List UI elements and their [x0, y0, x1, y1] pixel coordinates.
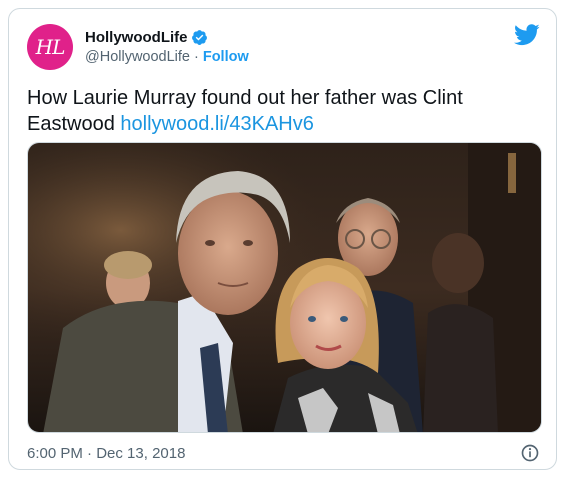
- avatar[interactable]: HL: [27, 24, 73, 70]
- handle-row: @HollywoodLife · Follow: [85, 49, 249, 65]
- handle[interactable]: @HollywoodLife: [85, 49, 190, 65]
- display-name[interactable]: HollywoodLife: [85, 29, 188, 46]
- tweet-card[interactable]: HL HollywoodLife @HollywoodLife · Follow H…: [8, 8, 557, 470]
- tweet-photo[interactable]: [27, 142, 542, 433]
- tweet-date: Dec 13, 2018: [96, 445, 186, 462]
- tweet-link[interactable]: hollywood.li/43KAHv6: [120, 113, 313, 135]
- tweet-time: 6:00 PM: [27, 445, 83, 462]
- info-icon[interactable]: [520, 443, 540, 463]
- verified-badge-icon: [191, 30, 207, 45]
- timestamp-separator: ·: [87, 445, 93, 462]
- photo-illustration: [28, 143, 541, 432]
- tweet-text: How Laurie Murray found out her father w…: [27, 85, 537, 137]
- follow-button[interactable]: Follow: [203, 49, 249, 65]
- author-name-row[interactable]: HollywoodLife: [85, 29, 208, 46]
- tweet-timestamp[interactable]: 6:00 PM · Dec 13, 2018: [27, 445, 185, 462]
- avatar-logo-text: HL: [35, 35, 66, 59]
- separator-dot: ·: [194, 49, 199, 65]
- twitter-bird-icon[interactable]: [514, 24, 540, 46]
